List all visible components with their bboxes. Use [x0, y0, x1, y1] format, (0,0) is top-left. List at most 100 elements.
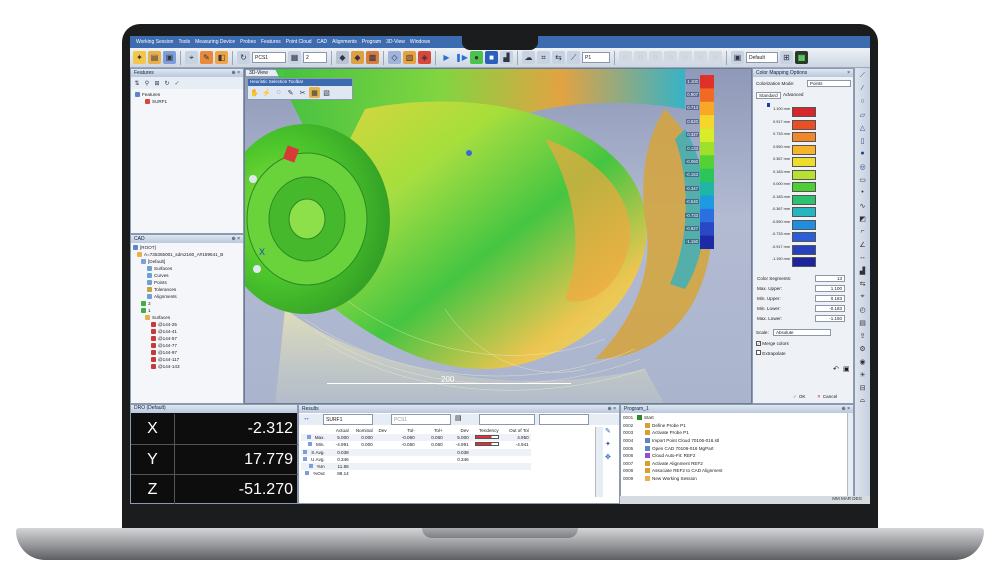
merge-colors-checkbox[interactable]: ✓ Merge colors [756, 341, 789, 346]
column-header[interactable]: Tol+ [417, 427, 445, 434]
run-icon[interactable]: ● [470, 51, 483, 64]
chart-icon[interactable]: ▟ [857, 265, 868, 276]
color-swatch-row[interactable]: 0.367 mm [770, 157, 816, 167]
swatch-color[interactable] [792, 107, 816, 117]
ok-button[interactable]: ✓ OK [793, 394, 806, 400]
range-field-input[interactable]: 0.183 [815, 295, 845, 302]
table-row[interactable]: U.Avg. 0.346 0.346 [301, 456, 531, 463]
cad-tree-item[interactable]: [Default] [133, 258, 241, 265]
align-icon[interactable]: ⇆ [552, 51, 565, 64]
refresh-icon[interactable]: ↻ [163, 79, 171, 87]
cancel-button[interactable]: ✕ Cancel [817, 394, 837, 400]
program-step[interactable]: 0006 Cloud Auto-Fit: REF2 [621, 452, 853, 460]
pin-icon[interactable]: ⊕ × [608, 406, 617, 412]
table-row[interactable]: S.Avg. 0.038 0.038 [301, 448, 531, 456]
stylus-icon[interactable]: ⟋ [567, 51, 580, 64]
deselect-icon[interactable]: ▧ [321, 87, 332, 98]
cad-tree-item[interactable]: 3 [133, 300, 241, 307]
filter-select[interactable] [539, 414, 589, 425]
column-header[interactable] [301, 427, 327, 434]
layout-icon[interactable]: ⊞ [780, 51, 793, 64]
scale-select[interactable]: Absolute [773, 329, 831, 336]
cad-tree-item[interactable]: @144-25 [133, 321, 241, 328]
range-field-input[interactable]: -1.150 [815, 315, 845, 322]
swatch-color[interactable] [792, 119, 816, 130]
color-swatch-row[interactable]: 0.550 mm [770, 144, 816, 155]
measure-icon[interactable]: ⌖ [185, 51, 198, 64]
swatch-color[interactable] [792, 132, 816, 142]
gauge-icon[interactable]: ◴ [857, 304, 868, 315]
circle-icon[interactable]: ○ [857, 96, 868, 107]
program-step[interactable]: 0009 New Working Session [621, 475, 853, 483]
swatch-color[interactable] [792, 182, 816, 192]
column-header[interactable]: Actual [327, 427, 351, 434]
package-icon[interactable]: ▧ [403, 51, 416, 64]
save-settings-icon[interactable]: ▣ [843, 365, 850, 373]
scissors-icon[interactable]: ✂ [297, 87, 308, 98]
point-icon[interactable]: • [857, 187, 868, 198]
cad-tree-item[interactable]: 1 [133, 307, 241, 314]
program-step[interactable]: 0003 Activate Probe P1 [621, 429, 853, 437]
scale-select[interactable]: 2 [303, 52, 327, 63]
slot-icon[interactable]: ▭ [857, 174, 868, 185]
feature-icon[interactable]: ◧ [215, 51, 228, 64]
curve-icon[interactable]: ∿ [857, 200, 868, 211]
column-header[interactable]: Tol- [389, 427, 417, 434]
cad-tree-item[interactable]: A=735355001_sdm2160_A#189641_B [133, 251, 241, 258]
table-row[interactable]: %Out 88.14 [301, 470, 531, 477]
cs-select[interactable]: PCS1 [391, 414, 451, 425]
pencil-icon[interactable]: ✎ [605, 427, 611, 435]
column-header[interactable]: Out of Tol [501, 427, 531, 434]
extrapolate-checkbox[interactable]: Extrapolate [756, 350, 786, 356]
tree-item-surf1[interactable]: SURF1 [135, 98, 239, 105]
angle-icon[interactable]: ∠ [857, 239, 868, 250]
menu-item[interactable]: Features [261, 39, 281, 45]
swatch-color[interactable] [792, 232, 816, 242]
disabled-tool-icon[interactable]: ◌ [664, 51, 677, 64]
color-swatch-row[interactable]: -1.150 mm [770, 257, 816, 267]
camera-icon[interactable]: ◉ [857, 356, 868, 367]
menu-item[interactable]: Working Session [136, 39, 173, 45]
program-step[interactable]: 0005 Open CAD 70106-016 MgPart [621, 444, 853, 452]
table-row[interactable]: Min. -4.991 0.000 -0.060 0.060 -4.991 -4.941 [301, 441, 531, 448]
swatch-color[interactable] [792, 144, 816, 155]
gdt-icon[interactable]: ⌓ [857, 395, 868, 406]
cad-tree-item[interactable]: Curves [133, 272, 241, 279]
view-icon[interactable]: ▣ [731, 51, 744, 64]
lasso-icon[interactable]: ◌ [273, 87, 284, 98]
results-scrollbar[interactable] [595, 427, 603, 497]
range-field-input[interactable]: 1.100 [815, 285, 845, 292]
range-field-input[interactable]: 13 [815, 275, 845, 282]
new-icon[interactable]: ✦ [133, 51, 146, 64]
colorization-mode-select[interactable]: Points [807, 80, 851, 87]
menu-item[interactable]: 3D-View [386, 39, 405, 45]
move-icon[interactable]: ✥ [605, 453, 611, 461]
step-icon[interactable]: ❚▶ [455, 51, 468, 64]
menu-item[interactable]: Program [362, 39, 381, 45]
probe-icon[interactable]: ✎ [200, 51, 213, 64]
color-swatch-row[interactable]: 1.100 mm [770, 107, 816, 117]
pin-icon[interactable]: ⊕ × [232, 70, 241, 76]
disabled-tool-icon[interactable]: ◌ [634, 51, 647, 64]
table-row[interactable]: %In 11.86 [301, 462, 531, 471]
menu-item[interactable]: Tools [178, 39, 190, 45]
cube-orange-icon[interactable]: ◆ [351, 51, 364, 64]
report-icon[interactable]: ▤ [857, 317, 868, 328]
swatch-color[interactable] [792, 219, 816, 230]
expand-icon[interactable]: ⊞ [153, 79, 161, 87]
filter-icon[interactable]: ⚲ [143, 79, 151, 87]
feature-select[interactable]: SURF1 [323, 414, 373, 425]
undo-icon[interactable]: ↶ [833, 365, 839, 373]
tree-item-features-root[interactable]: Features [135, 91, 239, 98]
rotate-icon[interactable]: ↻ [237, 51, 250, 64]
program-step[interactable]: 0002 Define Probe P1 [621, 422, 853, 430]
tab-advanced[interactable]: Advanced [781, 92, 805, 97]
disabled-tool-icon[interactable]: ◌ [619, 51, 632, 64]
3d-viewport[interactable]: 3D-View Heuristic Selection Toolbar ✋ ⚡ … [244, 68, 752, 404]
table-row[interactable]: Max. 5.000 0.000 -0.060 0.060 5.000 4.950 [301, 434, 531, 442]
stop-icon[interactable]: ■ [485, 51, 498, 64]
cad-tree-item[interactable]: @144-143 [133, 363, 241, 370]
menu-item[interactable]: CAD [317, 39, 328, 45]
brush-icon[interactable]: ✎ [285, 87, 296, 98]
align-icon[interactable]: ⇆ [857, 278, 868, 289]
